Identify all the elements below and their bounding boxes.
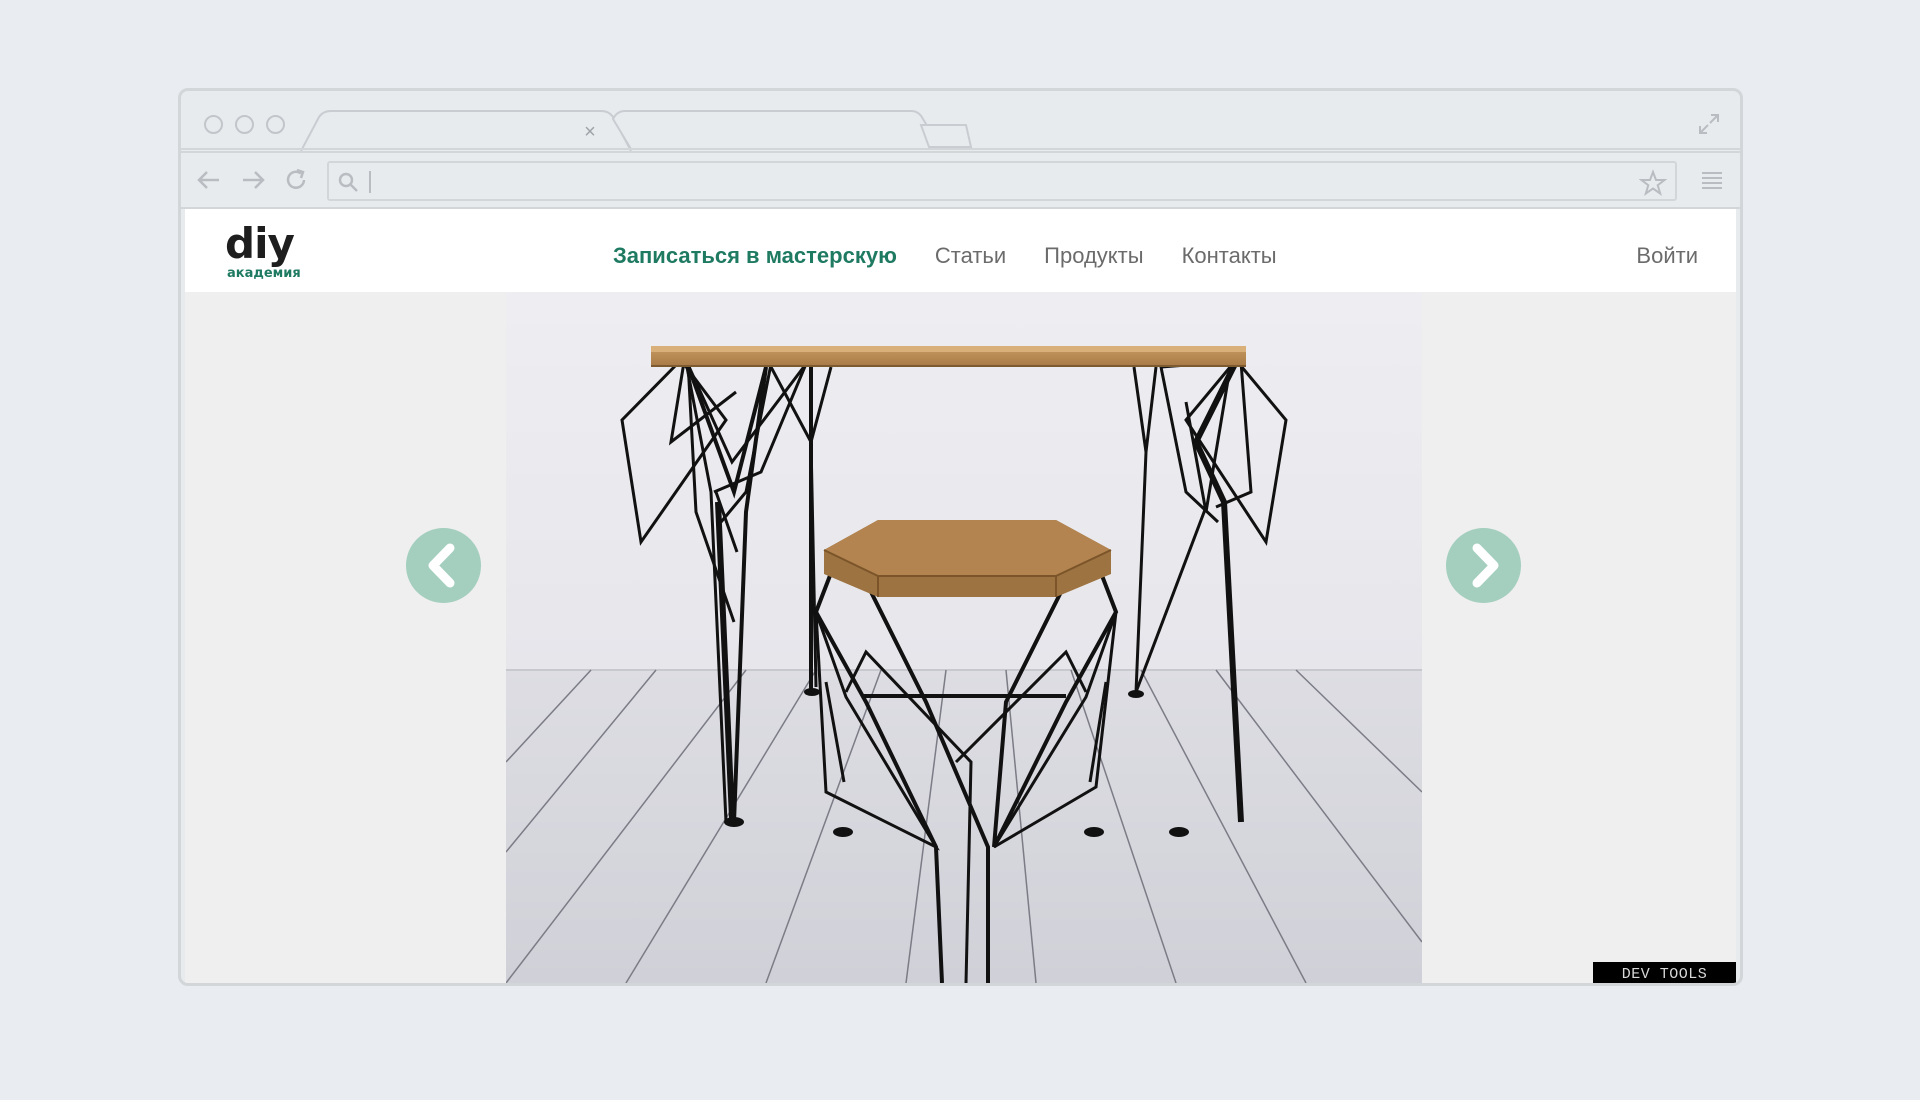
page-viewport: diy академия Записаться в мастерскую Ста… [185,209,1736,983]
slide-image [506,292,1422,983]
new-tab-button[interactable] [919,124,973,148]
tab-outlines [181,110,1740,152]
search-icon [338,172,358,192]
back-arrow-icon[interactable] [195,166,223,194]
hamburger-menu-icon[interactable] [1700,168,1724,192]
tab-close-icon[interactable]: × [579,121,601,143]
chevron-left-icon [428,543,455,588]
slider-prev-button[interactable] [406,528,481,603]
logo-subtitle: академия [227,266,301,281]
nav-contacts[interactable]: Контакты [1182,243,1277,269]
address-bar[interactable] [327,161,1677,201]
browser-window: × diy академия Записаться в мастерскую С… [178,88,1743,986]
nav-articles[interactable]: Статьи [935,243,1006,269]
slider-next-button[interactable] [1446,528,1521,603]
tab-bar: × [181,91,1740,152]
nav-signup-workshop[interactable]: Записаться в мастерскую [613,243,897,269]
main-nav: Записаться в мастерскую Статьи Продукты … [613,243,1277,269]
bookmark-star-icon[interactable] [1639,169,1667,197]
image-slider [185,292,1736,983]
chevron-right-icon [1472,543,1499,588]
site-logo[interactable]: diy академия [225,219,301,282]
dev-tools-button[interactable]: DEV TOOLS [1593,962,1736,983]
address-input[interactable] [369,167,1619,195]
nav-products[interactable]: Продукты [1044,243,1143,269]
login-link[interactable]: Войти [1636,243,1698,269]
site-header: diy академия Записаться в мастерскую Ста… [185,209,1736,292]
tab-inactive[interactable] [611,110,943,150]
logo-text: diy [225,219,295,268]
fullscreen-icon[interactable] [1696,111,1722,137]
forward-arrow-icon[interactable] [239,166,267,194]
table-stool-photo [506,292,1422,983]
browser-toolbar [181,151,1740,209]
reload-icon[interactable] [282,166,310,194]
